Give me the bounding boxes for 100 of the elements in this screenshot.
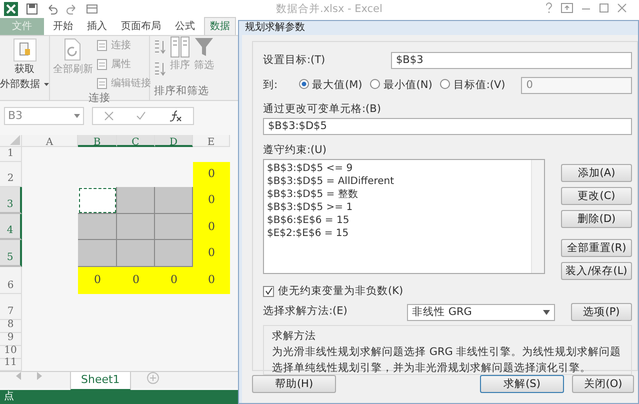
help-icon[interactable] [545,2,553,14]
checkbox-label[interactable]: 使无约束变量为非负数(K) [278,284,404,300]
ribbon-tab[interactable]: 公式 [170,18,200,35]
insert-function-icon[interactable] [168,110,182,122]
action-button[interactable]: 装入/保存(L) [561,262,632,280]
scroll-left-icon[interactable] [16,372,21,380]
group-label: 排序和筛选 [154,84,210,100]
cell[interactable] [78,240,117,267]
row-header[interactable]: 6 [0,267,22,294]
changing-cells-field[interactable]: $B$3:$D$5 [263,118,632,135]
row-header[interactable]: 10 [0,346,22,359]
ribbon-tab[interactable]: 插入 [82,18,112,35]
constraint-item[interactable]: $E$2:$E$6 = 15 [267,226,527,240]
cell[interactable]: 0 [78,267,117,294]
solve-button[interactable]: 求解(S) [480,375,564,393]
scrollbar[interactable] [531,160,544,272]
ribbon-tab[interactable]: 开始 [48,18,78,35]
sort-ascending-icon[interactable] [154,40,166,54]
name-box[interactable]: B3 [4,107,84,125]
ribbon-options-icon[interactable] [561,3,573,13]
cell[interactable]: 0 [193,214,230,240]
cell[interactable]: 0 [193,187,230,214]
cell[interactable] [78,214,117,240]
cell[interactable] [117,240,155,267]
undo-icon[interactable] [46,3,58,15]
dropdown-arrow-icon [543,310,550,315]
constraint-item[interactable]: $B$3:$D$5 >= 1 [267,200,527,214]
constraint-item[interactable]: $B$3:$D$5 = AllDifferent [267,174,527,188]
cell[interactable] [117,187,155,214]
save-icon[interactable] [26,3,38,15]
row-header[interactable]: 3 [0,187,22,214]
constraints-list[interactable]: $B$3:$D$5 <= 9 $B$3:$D$5 = AllDifferent $B$3:$D$5 = 整数 $B$3:$D$5 >= 1 $B$6:$E$6 = 15 $E$2:$E$6 = 15 [263,158,545,274]
dropdown-arrow-icon[interactable] [74,114,80,118]
constraint-item[interactable]: $B$6:$E$6 = 15 [267,214,527,226]
group-label: 连接 [88,91,112,106]
window-title: 数据合并.xlsx - Excel [276,2,382,17]
cell[interactable]: 0 [193,162,230,187]
row-header[interactable]: 7 [0,294,22,320]
row-header[interactable]: 5 [0,240,22,267]
sort-descending-icon[interactable] [154,62,166,76]
filter-icon[interactable] [194,36,214,58]
field-label: 通过更改可变单元格:(B) [263,102,382,117]
enter-icon[interactable] [136,111,146,121]
database-icon[interactable] [12,38,36,62]
cell[interactable] [155,187,193,214]
cell[interactable]: 0 [117,267,155,294]
column-header[interactable]: D [155,135,193,147]
cell[interactable]: 0 [193,267,230,294]
window-icon[interactable] [86,3,98,15]
cell[interactable] [155,240,193,267]
ribbon-tab[interactable]: 数据 [204,17,236,35]
cell[interactable] [78,187,117,214]
column-header[interactable]: B [78,135,117,147]
constraint-item[interactable]: $B$3:$D$5 = 整数 [267,188,527,200]
cell[interactable]: 0 [193,240,230,267]
radio-option[interactable]: 最大值(M) [299,78,362,94]
radio-option[interactable]: 最小值(N) [370,78,432,94]
column-header[interactable]: A [22,135,78,147]
get-data-button[interactable]: 外部数据 [0,77,40,92]
help-button[interactable]: 帮助(H) [252,375,336,393]
row-header[interactable]: 9 [0,333,22,346]
radio-option[interactable]: 目标值:(V) [440,78,506,94]
cancel-icon[interactable] [104,111,114,121]
cell[interactable]: 0 [155,267,193,294]
row-header[interactable]: 1 [0,147,22,162]
cell[interactable] [155,214,193,240]
cell[interactable] [117,214,155,240]
column-header[interactable]: E [193,135,230,147]
method-dropdown[interactable]: 非线性 GRG [407,304,555,321]
sheet-tab[interactable]: Sheet1 [70,372,131,390]
redo-icon[interactable] [66,3,78,15]
sort-icon[interactable] [170,36,190,58]
field-label: 到: [263,78,279,93]
scroll-right-icon[interactable] [37,372,42,380]
add-sheet-icon[interactable] [146,372,159,384]
column-header[interactable]: C [117,135,155,147]
get-data-button[interactable]: 获取 [14,62,34,77]
row-header[interactable]: 2 [0,162,22,187]
document-icon [97,40,107,51]
select-all-icon[interactable] [10,135,20,145]
row-header[interactable]: 8 [0,320,22,333]
action-button[interactable]: 删除(D) [561,210,632,228]
document-icon [97,78,107,89]
action-button[interactable]: 全部重置(R) [561,238,632,256]
constraint-item[interactable]: $B$3:$D$5 <= 9 [267,162,527,174]
action-button[interactable]: 添加(A) [561,164,632,182]
row-header[interactable]: 11 [0,359,22,371]
close-button[interactable]: 关闭(O) [572,375,634,393]
maximize-icon[interactable] [599,3,609,13]
options-button[interactable]: 选项(P) [571,303,632,322]
field-label: 遵守约束:(U) [263,142,328,158]
checkbox[interactable] [263,286,274,297]
objective-field[interactable]: $B$3 [391,52,632,69]
row-header[interactable]: 4 [0,214,22,240]
close-icon[interactable] [617,3,627,13]
ribbon-tab[interactable]: 页面布局 [116,18,166,35]
caret-icon[interactable] [44,83,49,86]
dialog-title: 规划求解参数 [245,22,305,33]
action-button[interactable]: 更改(C) [561,186,632,204]
cell-reference: B3 [8,108,23,124]
